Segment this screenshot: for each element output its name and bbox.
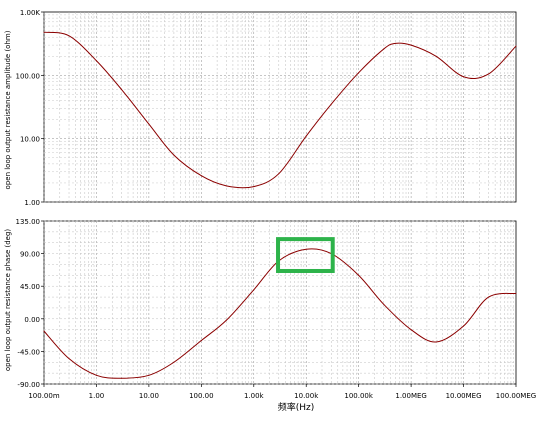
data-point (225, 185, 227, 187)
data-point (435, 341, 437, 343)
y-tick-label: -90.00 (17, 381, 40, 389)
data-point (358, 72, 360, 74)
data-point (305, 135, 307, 137)
data-point (253, 186, 255, 188)
data-point (394, 42, 396, 44)
x-tick-label: 10.00MEG (446, 392, 482, 400)
y-tick-label: 135.00 (16, 218, 41, 226)
amplitude-axis-label: open loop output resistance amplitude (o… (4, 30, 12, 189)
bode-plot-figure: 1.00 10.00 100.00 1.00K -90.00 -45.00 0.00 45.… (4, 9, 536, 413)
x-tick-label: 10.00 (139, 392, 159, 400)
data-point (253, 289, 255, 291)
y-tick-label: 45.00 (20, 283, 40, 291)
y-tick-label: 100.00 (16, 72, 41, 80)
data-point (95, 374, 97, 376)
data-point (463, 76, 465, 78)
phase-axis-label: open loop output resistance phase (deg) (4, 229, 12, 372)
data-point (173, 154, 175, 156)
data-point (410, 329, 412, 331)
plot-area (43, 11, 517, 203)
data-point (120, 88, 122, 90)
y-tick-label: -45.00 (17, 348, 40, 356)
x-tick-label: 100.00k (344, 392, 373, 400)
data-point (383, 48, 385, 50)
data-point (43, 31, 45, 33)
data-point (305, 248, 307, 250)
data-point (488, 296, 490, 298)
data-point (278, 173, 280, 175)
x-tick-label: 1.00MEG (395, 392, 426, 400)
x-tick-label: 10.00k (294, 392, 319, 400)
data-point (148, 374, 150, 376)
data-point (43, 330, 45, 332)
data-point (488, 73, 490, 75)
amplitude-chart: 1.00 10.00 100.00 1.00K (16, 9, 517, 207)
data-point (68, 358, 70, 360)
y-tick-label: 1.00 (24, 199, 40, 207)
data-point (410, 44, 412, 46)
x-tick-label: 100.00m (28, 392, 59, 400)
data-point (463, 325, 465, 327)
data-point (515, 292, 517, 294)
x-tick-label: 1.00 (89, 392, 105, 400)
data-point (200, 175, 202, 177)
frequency-axis: 100.00m 1.00 10.00 100.00 1.00k 10.00k 100.00k… (28, 384, 536, 400)
y-tick-label: 1.00K (20, 9, 41, 17)
x-tick-label: 100.00 (189, 392, 214, 400)
y-tick-label: 0.00 (24, 316, 40, 324)
phase-chart: -90.00 -45.00 0.00 45.00 90.00 135.00 (16, 218, 517, 389)
data-point (148, 123, 150, 125)
data-point (383, 303, 385, 305)
data-point (358, 274, 360, 276)
x-tick-label: 100.00MEG (496, 392, 536, 400)
data-point (120, 377, 122, 379)
data-point (435, 55, 437, 57)
y-tick-label: 10.00 (20, 136, 40, 144)
x-axis-label: 频率(Hz) (278, 401, 315, 413)
data-point (225, 319, 227, 321)
y-tick-label: 90.00 (20, 251, 40, 259)
data-point (200, 340, 202, 342)
data-point (95, 60, 97, 62)
data-point (330, 103, 332, 105)
x-tick-label: 1.00k (244, 392, 265, 400)
data-point (68, 35, 70, 37)
data-point (173, 361, 175, 363)
data-point (515, 45, 517, 47)
